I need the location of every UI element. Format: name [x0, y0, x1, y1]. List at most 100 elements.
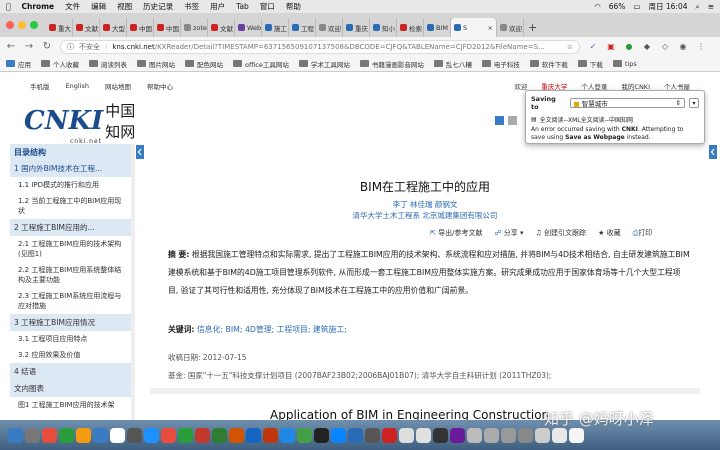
control-center-icon[interactable]: ≡	[708, 2, 714, 11]
sidebar-item[interactable]: 3.2 应用效果及价值	[10, 347, 131, 363]
browser-tab[interactable]: Web	[235, 18, 262, 37]
close-tab-icon[interactable]: ×	[488, 24, 493, 32]
search-icon[interactable]: ⌕	[696, 2, 700, 12]
dock-app-icon[interactable]	[127, 427, 142, 443]
browser-tab[interactable]: 重庆	[343, 18, 370, 37]
menu-history[interactable]: 历史记录	[143, 1, 173, 12]
bookmark-item[interactable]: 软件下载	[529, 59, 568, 69]
right-panel-toggle-button[interactable]	[709, 145, 717, 159]
citation-tracking-button[interactable]: ♫ 创建引文跟踪	[536, 228, 587, 238]
dock-app-icon[interactable]	[59, 427, 74, 443]
menu-app-name[interactable]: Chrome	[22, 2, 55, 11]
dock-app-icon[interactable]	[144, 427, 159, 443]
info-icon[interactable]: ⓘ	[67, 42, 74, 52]
sidebar-section[interactable]: 3 工程施工BIM应用情况	[10, 314, 131, 331]
sidebar-item[interactable]: 图1 工程施工BIM应用的技术架	[10, 397, 131, 413]
dock-app-icon[interactable]	[263, 427, 278, 443]
dock-app-icon[interactable]	[297, 427, 312, 443]
dock-app-icon[interactable]	[8, 427, 23, 443]
sidebar-section[interactable]: 4 结语	[10, 363, 131, 380]
bookmark-item[interactable]: 应用	[6, 59, 31, 69]
bookmark-item[interactable]: 个人收藏	[41, 59, 79, 69]
browser-tab[interactable]: 中国	[154, 18, 181, 37]
dock-app-icon[interactable]	[348, 427, 363, 443]
browser-tab[interactable]: 文献	[73, 18, 100, 37]
extension-check-icon[interactable]: ✓	[588, 42, 598, 52]
browser-tab[interactable]: BIM	[424, 18, 451, 37]
menu-help[interactable]: 帮助	[286, 1, 301, 12]
dock-app-icon[interactable]	[382, 427, 397, 443]
address-bar[interactable]: ⓘ 不安全 | kns.cnki.net/KXReader/Detail?TIM…	[60, 39, 580, 54]
article-authors[interactable]: 李丁 林佳瑞 颜钢文	[150, 199, 700, 210]
browser-tab[interactable]: 欢迎	[497, 18, 524, 37]
dock-app-icon[interactable]	[399, 427, 414, 443]
bookmark-item[interactable]: office工具网站	[233, 59, 289, 69]
browser-tab[interactable]: 知小	[370, 18, 397, 37]
browser-tab[interactable]: 大型	[100, 18, 127, 37]
sidebar-item[interactable]: 1.2 当前工程施工中的BIM应用现状	[10, 193, 131, 219]
bookmark-item[interactable]: 电子科技	[481, 59, 520, 69]
cnki-mobile-link[interactable]: 手机版	[30, 81, 50, 91]
dock-app-icon[interactable]	[450, 427, 465, 443]
battery-percent[interactable]: 66%	[609, 2, 626, 11]
evernote-extension-icon[interactable]: ●	[624, 42, 634, 52]
dock-app-icon[interactable]	[552, 427, 567, 443]
dock-app-icon[interactable]	[76, 427, 91, 443]
reload-button[interactable]: ↻	[42, 41, 52, 52]
new-tab-button[interactable]: +	[524, 18, 541, 37]
share-button[interactable]: ☍ 分享 ▾	[494, 228, 523, 238]
forward-button[interactable]: →	[24, 41, 34, 52]
dock-app-icon[interactable]	[212, 427, 227, 443]
extension-icon[interactable]: ◇	[660, 42, 670, 52]
dock-app-icon[interactable]	[569, 427, 584, 443]
dock-app-icon[interactable]	[280, 427, 295, 443]
menu-edit[interactable]: 编辑	[91, 1, 106, 12]
dock-app-icon[interactable]	[484, 427, 499, 443]
browser-tab[interactable]: 中国	[127, 18, 154, 37]
menu-file[interactable]: 文件	[65, 1, 80, 12]
collection-select[interactable]: ■ 智慧城市 ⇕	[569, 98, 686, 108]
browser-tab[interactable]: 工程	[289, 18, 316, 37]
bookmark-item[interactable]: 下载	[577, 59, 603, 69]
dock-app-icon[interactable]	[365, 427, 380, 443]
page-view-icon[interactable]	[508, 116, 517, 125]
expand-popup-button[interactable]: ▾	[689, 98, 699, 108]
menu-people[interactable]: 用户	[210, 1, 225, 12]
dock-app-icon[interactable]	[518, 427, 533, 443]
bookmark-item[interactable]: 图片网站	[137, 59, 175, 69]
back-button[interactable]: ←	[6, 41, 16, 52]
dock-app-icon[interactable]	[467, 427, 482, 443]
dock-app-icon[interactable]	[229, 427, 244, 443]
bookmark-star-icon[interactable]: ☆	[567, 43, 573, 51]
dock-app-icon[interactable]	[314, 427, 329, 443]
menu-window[interactable]: 窗口	[260, 1, 275, 12]
sidebar-section[interactable]: 文内图表	[10, 380, 131, 397]
article-organization[interactable]: 清华大学土木工程系 北京城建集团有限公司	[150, 210, 700, 221]
profile-avatar-icon[interactable]: ◉	[678, 42, 688, 52]
wifi-icon[interactable]: ◠	[594, 2, 601, 11]
sidebar-item[interactable]: 1.1 IPD模式的推行和应用	[10, 177, 131, 193]
dock-app-icon[interactable]	[93, 427, 108, 443]
dock-app-icon[interactable]	[331, 427, 346, 443]
bookmark-item[interactable]: 学术工具网站	[298, 59, 350, 69]
bookmark-item[interactable]: 乱七八糟	[433, 59, 472, 69]
extension-icon[interactable]: ◆	[642, 42, 652, 52]
sidebar-section[interactable]: 1 国内外BIM技术在工程...	[10, 160, 131, 177]
dock-app-icon[interactable]	[535, 427, 550, 443]
favorite-button[interactable]: ★ 收藏	[598, 228, 621, 238]
browser-tab[interactable]: 检索	[397, 18, 424, 37]
dock-app-icon[interactable]	[195, 427, 210, 443]
sidebar-section[interactable]: 2 工程施工BIM应用的...	[10, 219, 131, 236]
battery-icon[interactable]: ▭	[633, 2, 640, 11]
menu-view[interactable]: 视图	[117, 1, 132, 12]
menu-kebab-icon[interactable]: ⋮	[696, 42, 706, 52]
sidebar-item[interactable]: 3.1 工程项目应用特点	[10, 331, 131, 347]
dock-app-icon[interactable]	[178, 427, 193, 443]
bookmark-item[interactable]: 书籍漫画影音网站	[359, 59, 424, 69]
cnki-logo[interactable]: CNKI 中国知网 cnki.net	[24, 100, 144, 145]
sidebar-scrollbar[interactable]	[131, 144, 135, 420]
menu-bookmarks[interactable]: 书签	[184, 1, 199, 12]
browser-tab[interactable]: zoter	[181, 18, 208, 37]
keywords-value[interactable]: 信息化; BIM; 4D管理; 工程项目; 建筑施工;	[197, 325, 347, 334]
dock-app-icon[interactable]	[161, 427, 176, 443]
